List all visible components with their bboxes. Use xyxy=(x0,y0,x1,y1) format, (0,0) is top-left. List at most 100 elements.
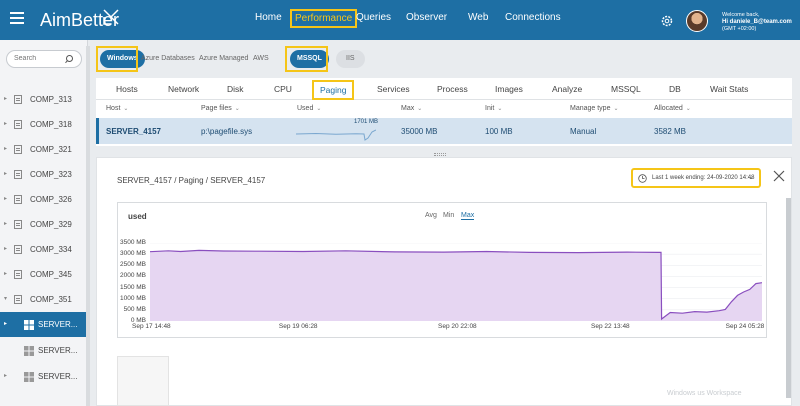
x-tick-label: Sep 22 13:48 xyxy=(591,323,630,330)
col-host[interactable]: Host ⌄ xyxy=(106,105,128,112)
tab-services[interactable]: Services xyxy=(377,84,410,94)
nav-web[interactable]: Web xyxy=(468,12,488,23)
category-tabs: Hosts Network Disk CPU Paging Services P… xyxy=(96,78,792,100)
expand-icon[interactable]: ▸ xyxy=(4,120,7,127)
sidebar-scrollbar[interactable] xyxy=(86,46,90,406)
tab-process[interactable]: Process xyxy=(437,84,468,94)
expand-icon[interactable]: ▸ xyxy=(4,195,7,202)
tab-paging[interactable]: Paging xyxy=(312,80,355,100)
time-range-picker[interactable]: Last 1 week ending: 24-09-2020 14:48 ⌄ xyxy=(631,168,761,188)
x-tick-label: Sep 17 14:48 xyxy=(132,323,171,330)
tab-hosts[interactable]: Hosts xyxy=(116,84,138,94)
server-icon xyxy=(14,120,22,129)
highlight-mssql xyxy=(285,46,328,72)
avatar[interactable] xyxy=(686,10,708,32)
tab-cpu[interactable]: CPU xyxy=(274,84,292,94)
tree-item-server-selected[interactable]: ▸ SERVER... xyxy=(0,312,88,337)
nav-connections[interactable]: Connections xyxy=(505,12,561,23)
top-nav-bar: AimBetter Home Performance Queries Obser… xyxy=(0,0,800,40)
chart-tab-min[interactable]: Min xyxy=(443,212,454,219)
x-tick-label: Sep 19 06:28 xyxy=(278,323,318,330)
nav-observer[interactable]: Observer xyxy=(406,12,447,23)
col-max[interactable]: Max ⌄ xyxy=(401,105,422,112)
windows-icon xyxy=(24,346,34,356)
series-area xyxy=(150,250,762,321)
nav-performance[interactable]: Performance xyxy=(290,9,358,28)
gear-icon[interactable] xyxy=(660,14,674,28)
tab-wait-stats[interactable]: Wait Stats xyxy=(710,84,748,94)
expand-icon[interactable]: ▸ xyxy=(4,320,7,327)
server-icon xyxy=(14,295,22,304)
tree-item-comp-345[interactable]: ▸ COMP_345 xyxy=(0,262,88,287)
x-tick-label: Sep 24 05:28 xyxy=(725,323,765,330)
col-init[interactable]: Init ⌄ xyxy=(485,105,502,112)
server-icon xyxy=(14,170,22,179)
panel-scrollbar[interactable] xyxy=(786,198,791,398)
tree-item-server-3[interactable]: ▸ SERVER... xyxy=(0,364,88,389)
tree-item-comp-318[interactable]: ▸ COMP_318 xyxy=(0,112,88,137)
chart-tab-avg[interactable]: Avg xyxy=(425,212,437,219)
tab-db[interactable]: DB xyxy=(669,84,681,94)
nav-queries[interactable]: Queries xyxy=(356,12,391,23)
expand-icon[interactable]: ▸ xyxy=(4,245,7,252)
y-tick-label: 500 MB xyxy=(123,305,146,313)
col-manage-type[interactable]: Manage type ⌄ xyxy=(570,105,619,112)
tree-item-comp-323[interactable]: ▸ COMP_323 xyxy=(0,162,88,187)
server-icon xyxy=(14,270,22,279)
cell-host: SERVER_4157 xyxy=(106,127,161,136)
tab-images[interactable]: Images xyxy=(495,84,523,94)
resize-handle[interactable] xyxy=(434,153,446,156)
col-page-files[interactable]: Page files ⌄ xyxy=(201,105,240,112)
expand-icon[interactable]: ▸ xyxy=(4,95,7,102)
cell-used: 1701 MB xyxy=(354,119,379,125)
detail-panel: SERVER_4157 / Paging / SERVER_4157 Last … xyxy=(96,157,792,406)
search-input[interactable] xyxy=(14,55,70,62)
close-icon[interactable] xyxy=(773,170,785,182)
tab-mssql[interactable]: MSSQL xyxy=(611,84,641,94)
server-icon xyxy=(14,95,22,104)
tree-item-comp-329[interactable]: ▸ COMP_329 xyxy=(0,212,88,237)
y-tick-label: 2500 MB xyxy=(119,261,146,269)
col-used[interactable]: Used ⌄ xyxy=(297,105,321,112)
tree-item-comp-321[interactable]: ▸ COMP_321 xyxy=(0,137,88,162)
cell-page-files: p:\pagefile.sys xyxy=(201,127,253,136)
x-tick-label: Sep 20 22:08 xyxy=(438,323,477,330)
chevron-down-icon: ⌄ xyxy=(748,174,754,181)
tab-disk[interactable]: Disk xyxy=(227,84,244,94)
server-icon xyxy=(14,145,22,154)
expand-icon[interactable]: ▸ xyxy=(4,170,7,177)
highlight-windows xyxy=(96,46,138,72)
tree-item-server-2[interactable]: SERVER... xyxy=(0,338,88,363)
collapse-icon[interactable]: ▾ xyxy=(4,295,7,302)
y-tick-label: 1000 MB xyxy=(119,294,146,302)
expand-icon[interactable]: ▸ xyxy=(4,220,7,227)
breadcrumb: SERVER_4157 / Paging / SERVER_4157 xyxy=(117,176,266,185)
tree-item-comp-334[interactable]: ▸ COMP_334 xyxy=(0,237,88,262)
tree-item-comp-313[interactable]: ▸ COMP_313 xyxy=(0,87,88,112)
windows-icon xyxy=(24,320,34,330)
tree-item-comp-351[interactable]: ▾ COMP_351 xyxy=(0,287,88,312)
table-row[interactable]: SERVER_4157 p:\pagefile.sys 1701 MB 3500… xyxy=(96,118,792,144)
expand-icon[interactable]: ▸ xyxy=(4,145,7,152)
tab-analyze[interactable]: Analyze xyxy=(552,84,582,94)
search-field[interactable] xyxy=(6,50,82,68)
tree-item-comp-326[interactable]: ▸ COMP_326 xyxy=(0,187,88,212)
empty-widget xyxy=(117,356,169,406)
tab-network[interactable]: Network xyxy=(168,84,199,94)
filter-iis[interactable]: IIS xyxy=(336,50,365,68)
search-icon[interactable] xyxy=(65,54,75,64)
col-allocated[interactable]: Allocated ⌄ xyxy=(654,105,691,112)
expand-icon[interactable]: ▸ xyxy=(4,372,7,379)
nav-home[interactable]: Home xyxy=(255,12,282,23)
user-welcome: Welcome back, Hi daniele_B@team.com (GMT… xyxy=(722,12,792,32)
chart-tab-max[interactable]: Max xyxy=(461,212,475,220)
y-tick-label: 2000 MB xyxy=(119,272,146,280)
server-icon xyxy=(14,220,22,229)
watermark: Windows us Workspace xyxy=(667,390,742,397)
menu-icon[interactable] xyxy=(10,12,24,24)
filter-aws[interactable]: AWS xyxy=(246,50,276,68)
y-tick-label: 3500 MB xyxy=(119,239,146,246)
clock-icon xyxy=(638,174,647,183)
y-tick-label: 3000 MB xyxy=(119,250,146,258)
expand-icon[interactable]: ▸ xyxy=(4,270,7,277)
